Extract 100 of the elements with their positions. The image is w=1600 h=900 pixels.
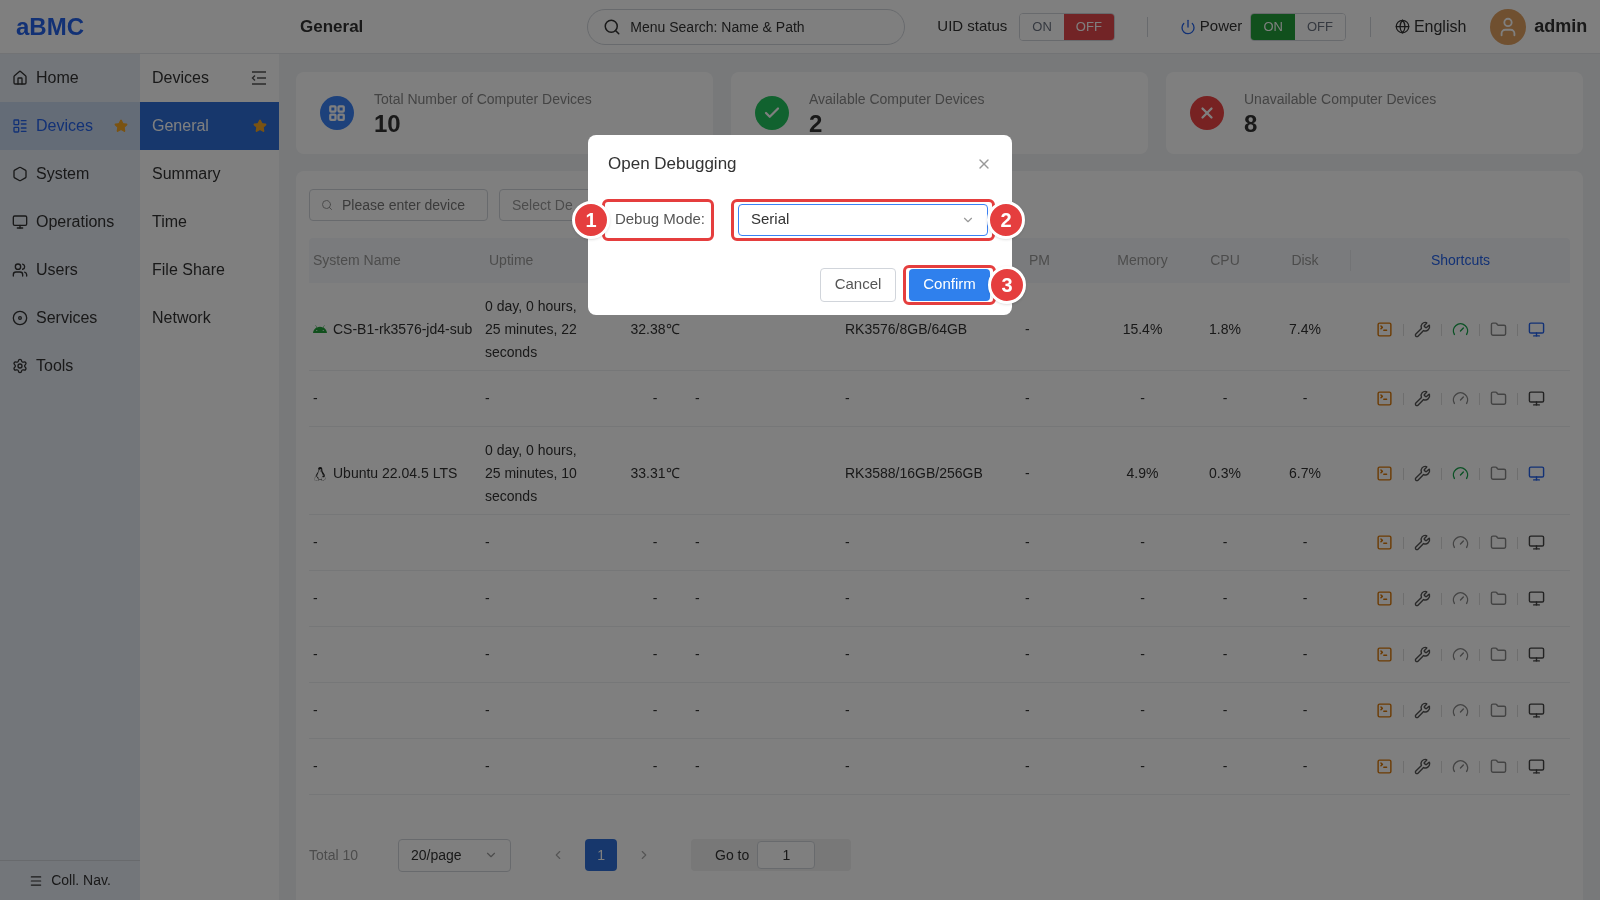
wrench-icon[interactable] (1413, 534, 1431, 551)
folder-icon[interactable] (1489, 590, 1507, 607)
gauge-icon[interactable] (1451, 758, 1469, 775)
table-row[interactable]: - - - - - - - - - (309, 739, 1570, 795)
table-row[interactable]: Ubuntu 22.04.5 LTS 0 day, 0 hours, 25 minutes, 10 seconds 33.31℃ RK3588/16GB/256GB - 4.9% 0.3% 6.7% (309, 427, 1570, 515)
table-row[interactable]: - - - - - - - - - (309, 515, 1570, 571)
wrench-icon[interactable] (1413, 590, 1431, 607)
folder-icon[interactable] (1489, 702, 1507, 719)
monitor-icon[interactable] (1527, 590, 1545, 607)
table-cell: - (1140, 590, 1145, 606)
table-cell-text: - (313, 389, 318, 408)
table-row[interactable]: - - - - - - - - - (309, 571, 1570, 627)
terminal-icon[interactable] (1375, 702, 1393, 719)
wrench-icon[interactable] (1413, 321, 1431, 338)
gauge-icon[interactable] (1451, 321, 1469, 338)
avatar[interactable] (1490, 8, 1527, 45)
folder-icon[interactable] (1489, 646, 1507, 663)
table-cell: 0.3% (1209, 465, 1241, 481)
menu-search-field[interactable]: Menu Search: Name & Path (587, 8, 906, 45)
table-cell-text: - (313, 757, 318, 776)
terminal-icon[interactable] (1375, 390, 1393, 407)
table-cell: - (845, 590, 850, 606)
language-selector[interactable]: English (1413, 14, 1467, 39)
wrench-icon[interactable] (1413, 390, 1431, 407)
table-cell: - (652, 534, 658, 550)
folder-icon[interactable] (1489, 758, 1507, 775)
monitor-icon[interactable] (1527, 390, 1545, 407)
wrench-icon[interactable] (1413, 646, 1431, 663)
uid-status-label: UID status (937, 16, 1008, 37)
sidebar-item[interactable]: Services (0, 294, 140, 342)
step-marker: 2 (987, 200, 1025, 239)
monitor-icon[interactable] (1527, 758, 1545, 775)
folder-icon[interactable] (1489, 534, 1507, 551)
sidebar-item[interactable]: Users (0, 246, 140, 294)
table-cell: - (1025, 465, 1030, 481)
sidebar-item[interactable]: System (0, 150, 140, 198)
wrench-icon[interactable] (1413, 465, 1431, 482)
folder-icon[interactable] (1489, 321, 1507, 338)
wrench-icon[interactable] (1413, 702, 1431, 719)
terminal-icon[interactable] (1375, 534, 1393, 551)
table-row[interactable]: - - - - - - - - - (309, 683, 1570, 739)
monitor-icon[interactable] (1527, 321, 1545, 338)
table-row[interactable]: - - - - - - - - - (309, 371, 1570, 427)
stat-label: Total Number of Computer Devices (374, 89, 592, 109)
table-cell: - (1140, 758, 1145, 774)
toggle-option[interactable]: OFF (1063, 13, 1114, 40)
table-cell-text: - (485, 389, 491, 408)
table-cell-text: - (485, 645, 491, 664)
wrench-icon[interactable] (1413, 758, 1431, 775)
sidebar-item[interactable]: Tools (0, 342, 140, 390)
table-cell: 6.7% (1289, 465, 1321, 481)
table-cell: - (845, 534, 850, 550)
monitor-icon[interactable] (1527, 534, 1545, 551)
monitor-icon[interactable] (1527, 465, 1545, 482)
table-cell: - (1140, 390, 1145, 406)
hexagon-icon (12, 166, 28, 182)
monitor-icon[interactable] (1527, 646, 1545, 663)
table-cell: - (652, 590, 658, 606)
collapse-icon[interactable] (251, 71, 267, 85)
cancel-button[interactable]: Cancel (820, 267, 896, 302)
subnav-item[interactable]: General (140, 102, 279, 150)
toggle-option[interactable]: ON (1251, 13, 1295, 40)
monitor-icon[interactable] (1527, 702, 1545, 719)
gear-icon (12, 358, 28, 374)
gauge-icon[interactable] (1451, 590, 1469, 607)
subnav-item[interactable]: Network (140, 294, 279, 342)
terminal-icon[interactable] (1375, 590, 1393, 607)
sidebar-item[interactable]: Devices (0, 102, 140, 150)
gauge-icon[interactable] (1451, 702, 1469, 719)
table-cell: RK3576/8GB/64GB (845, 321, 968, 337)
grid-icon (320, 96, 354, 130)
folder-icon[interactable] (1489, 465, 1507, 482)
device-search-field[interactable]: Please enter device (309, 189, 488, 221)
subnav-item[interactable]: File Share (140, 246, 279, 294)
subnav-item[interactable]: Summary (140, 150, 279, 198)
goto-field[interactable]: 1 (757, 841, 816, 869)
terminal-icon[interactable] (1375, 321, 1393, 338)
page-size-select[interactable]: 20/page (398, 838, 512, 872)
confirm-button[interactable]: Confirm (909, 268, 990, 301)
page-button[interactable]: 1 (585, 839, 618, 871)
user-name[interactable]: admin (1534, 13, 1588, 40)
gauge-icon[interactable] (1451, 534, 1469, 551)
table-cell: - (652, 646, 658, 662)
sidebar-item[interactable]: Operations (0, 198, 140, 246)
debug-mode-select[interactable]: Serial (738, 203, 988, 236)
gauge-icon[interactable] (1451, 646, 1469, 663)
gauge-icon[interactable] (1451, 465, 1469, 482)
check-icon (755, 96, 789, 130)
table-cell: - (845, 646, 850, 662)
table-row[interactable]: - - - - - - - - - (309, 627, 1570, 683)
table-cell-text: - (313, 589, 318, 608)
sidebar-item[interactable]: Home (0, 54, 140, 102)
power-icon (1179, 18, 1196, 35)
table-cell: - (1222, 590, 1228, 606)
subnav-item[interactable]: Time (140, 198, 279, 246)
terminal-icon[interactable] (1375, 465, 1393, 482)
terminal-icon[interactable] (1375, 646, 1393, 663)
folder-icon[interactable] (1489, 390, 1507, 407)
terminal-icon[interactable] (1375, 758, 1393, 775)
gauge-icon[interactable] (1451, 390, 1469, 407)
